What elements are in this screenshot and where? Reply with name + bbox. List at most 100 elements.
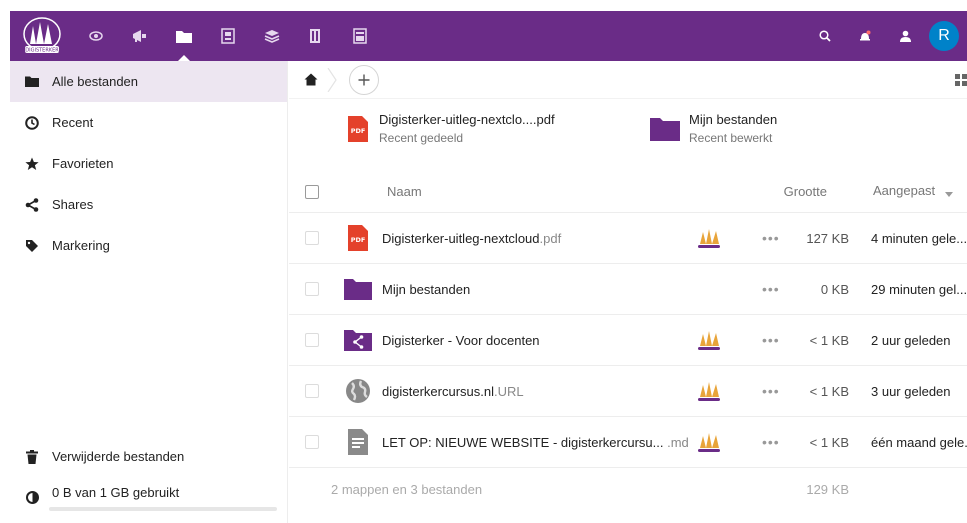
trash-icon xyxy=(24,449,40,465)
app-content: PDF Digisterker-uitleg-nextclo....pdf Re… xyxy=(289,61,967,523)
activity-icon[interactable] xyxy=(74,11,118,61)
column-name-header[interactable]: Naam xyxy=(387,184,422,199)
shared-by-digisterker-icon[interactable] xyxy=(694,226,724,250)
stack-icon[interactable] xyxy=(250,11,294,61)
quota-indicator[interactable]: 0 B van 1 GB gebruikt xyxy=(10,477,287,523)
svg-text:DIGISTERKER: DIGISTERKER xyxy=(25,48,59,54)
sidebar-footer: Verwijderde bestanden 0 B van 1 GB gebru… xyxy=(10,436,287,523)
file-basename: Digisterker-uitleg-nextcloud xyxy=(382,230,540,246)
user-avatar[interactable]: R xyxy=(929,21,959,51)
notifications-icon[interactable] xyxy=(845,11,885,61)
file-extension: .URL xyxy=(494,383,524,399)
sidebar-item-label: Favorieten xyxy=(52,156,114,171)
announcements-icon[interactable] xyxy=(118,11,162,61)
svg-text:PDF: PDF xyxy=(351,236,366,244)
grid-view-icon[interactable] xyxy=(955,74,967,86)
recent-item-folder[interactable]: Mijn bestanden Recent bewerkt xyxy=(649,111,777,147)
sidebar-item-all-files[interactable]: Alle bestanden xyxy=(10,61,287,102)
table-row[interactable]: digisterkercursus.nl.URL ••• < 1 KB 3 uu… xyxy=(289,366,967,417)
row-checkbox[interactable] xyxy=(305,333,319,347)
home-icon[interactable] xyxy=(301,70,321,90)
more-actions-icon[interactable]: ••• xyxy=(762,230,780,246)
row-checkbox[interactable] xyxy=(305,231,319,245)
files-icon[interactable] xyxy=(162,11,206,61)
shared-folder-icon xyxy=(344,325,372,355)
shared-by-digisterker-icon[interactable] xyxy=(694,430,724,454)
table-row[interactable]: Mijn bestanden ••• 0 KB 29 minuten gel..… xyxy=(289,264,967,315)
pdf-icon: PDF xyxy=(345,113,371,145)
file-name[interactable]: digisterkercursus.nl.URL xyxy=(382,384,524,399)
app-navigation: Alle bestanden Recent Favorieten Shares … xyxy=(10,61,288,523)
digisterker-logo[interactable]: DIGISTERKER xyxy=(10,11,74,61)
sidebar-item-tags[interactable]: Markering xyxy=(10,225,287,266)
more-actions-icon[interactable]: ••• xyxy=(762,434,780,450)
sidebar-item-label: Verwijderde bestanden xyxy=(52,449,185,464)
file-modified: 4 minuten gele... xyxy=(871,230,967,246)
summary-count: 2 mappen en 3 bestanden xyxy=(331,482,483,497)
svg-text:PDF: PDF xyxy=(351,127,366,135)
shared-by-digisterker-icon[interactable] xyxy=(694,379,724,403)
row-checkbox[interactable] xyxy=(305,435,319,449)
more-actions-icon[interactable]: ••• xyxy=(762,332,780,348)
file-basename: Digisterker - Voor docenten xyxy=(382,332,540,348)
file-size: 127 KB xyxy=(806,230,849,246)
sidebar-item-label: Alle bestanden xyxy=(52,74,139,89)
file-size: < 1 KB xyxy=(809,332,849,348)
sidebar-item-trash[interactable]: Verwijderde bestanden xyxy=(10,436,287,477)
recent-item-reason: Recent bewerkt xyxy=(689,131,773,145)
quota-pie-icon xyxy=(24,489,40,505)
file-name[interactable]: Digisterker-uitleg-nextcloud.pdf xyxy=(382,231,561,246)
search-icon[interactable] xyxy=(805,11,845,61)
app-header: DIGISTERKER R xyxy=(10,11,967,61)
file-name[interactable]: Digisterker - Voor docenten xyxy=(382,333,540,348)
folder-icon xyxy=(344,274,372,304)
more-actions-icon[interactable]: ••• xyxy=(762,281,780,297)
row-checkbox[interactable] xyxy=(305,282,319,296)
column-modified-label: Aangepast xyxy=(873,183,936,199)
clock-icon xyxy=(24,115,40,131)
file-basename: LET OP: NIEUWE WEBSITE - digisterkercurs… xyxy=(382,434,668,450)
file-name[interactable]: LET OP: NIEUWE WEBSITE - digisterkercurs… xyxy=(382,435,689,450)
text-file-icon xyxy=(344,427,372,457)
table-row[interactable]: LET OP: NIEUWE WEBSITE - digisterkercurs… xyxy=(289,417,967,468)
quota-label: 0 B van 1 GB gebruikt xyxy=(52,485,180,500)
file-extension: .pdf xyxy=(539,230,562,246)
recent-item-name: Mijn bestanden xyxy=(689,112,778,127)
forms-icon[interactable] xyxy=(338,11,382,61)
folder-icon xyxy=(649,113,681,145)
column-modified-header[interactable]: Aangepast xyxy=(873,183,953,199)
breadcrumb-separator xyxy=(327,67,337,92)
sidebar-item-label: Recent xyxy=(52,115,94,130)
column-size-header[interactable]: Grootte xyxy=(784,184,827,199)
file-list-header: Naam Grootte Aangepast xyxy=(289,171,967,213)
sidebar-item-shares[interactable]: Shares xyxy=(10,184,287,225)
shared-by-digisterker-icon[interactable] xyxy=(694,328,724,352)
quota-progress-bar xyxy=(49,507,277,511)
file-modified: 29 minuten gel... xyxy=(871,281,967,297)
folder-icon xyxy=(24,74,40,90)
table-row[interactable]: Digisterker - Voor docenten ••• < 1 KB 2… xyxy=(289,315,967,366)
more-actions-icon[interactable]: ••• xyxy=(762,383,780,399)
row-checkbox[interactable] xyxy=(305,384,319,398)
pdf-icon: PDF xyxy=(344,223,372,253)
contacts-icon[interactable] xyxy=(885,11,925,61)
sidebar-item-recent[interactable]: Recent xyxy=(10,102,287,143)
select-all-checkbox[interactable] xyxy=(305,185,319,199)
header-actions: R xyxy=(805,11,967,61)
recent-item-pdf[interactable]: PDF Digisterker-uitleg-nextclo....pdf Re… xyxy=(345,111,555,147)
new-file-button[interactable] xyxy=(349,64,379,95)
notes-icon[interactable] xyxy=(294,11,338,61)
globe-icon xyxy=(344,376,372,406)
sort-descending-icon xyxy=(944,185,953,200)
sidebar-item-favorites[interactable]: Favorieten xyxy=(10,143,287,184)
table-row[interactable]: PDF Digisterker-uitleg-nextcloud.pdf •••… xyxy=(289,213,967,264)
file-basename: digisterkercursus.nl xyxy=(382,383,494,399)
file-name[interactable]: Mijn bestanden xyxy=(382,282,470,297)
file-modified: 3 uur geleden xyxy=(871,383,951,399)
file-extension: .md xyxy=(667,434,689,450)
file-list-summary: 2 mappen en 3 bestanden 129 KB xyxy=(289,468,967,508)
share-icon xyxy=(24,197,40,213)
sidebar-item-label: Markering xyxy=(52,238,110,253)
file-size: < 1 KB xyxy=(809,383,849,399)
board-icon[interactable] xyxy=(206,11,250,61)
